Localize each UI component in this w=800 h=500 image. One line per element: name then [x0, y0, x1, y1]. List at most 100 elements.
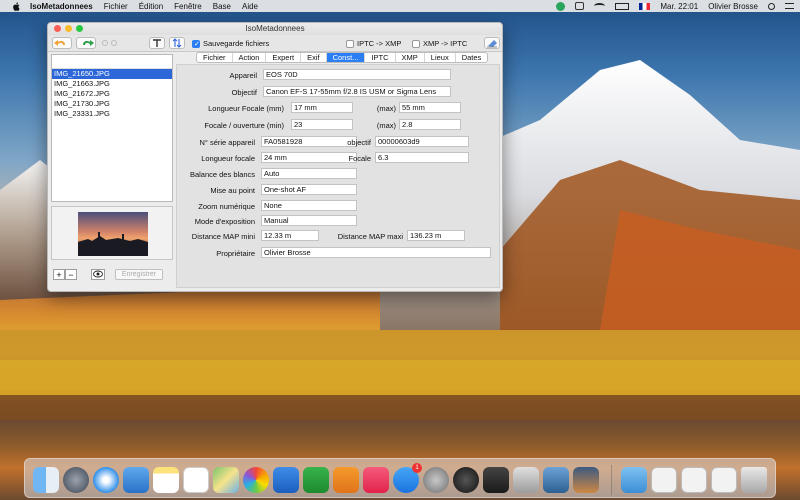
distance-map-maxi-label: Distance MAP maxi: [337, 232, 403, 241]
flag-icon[interactable]: [639, 2, 651, 10]
minimize-button[interactable]: [65, 25, 72, 32]
preview-toggle-button[interactable]: [91, 269, 105, 280]
left-bottom-bar: + − Enregistrer: [51, 268, 173, 282]
serie-appareil-field[interactable]: FA0581928: [261, 136, 357, 147]
serie-appareil-label: N° série appareil: [199, 138, 255, 147]
menu-aide[interactable]: Aide: [242, 2, 258, 11]
apple-icon[interactable]: [11, 1, 22, 11]
iptc-to-xmp-checkbox[interactable]: IPTC -> XMP: [346, 39, 401, 48]
focale-field[interactable]: 6.3: [375, 152, 469, 163]
ouverture-min-field[interactable]: 23: [291, 119, 353, 130]
longueur-focale-max-field[interactable]: 55 mm: [399, 102, 461, 113]
app-menu[interactable]: IsoMetadonnees: [30, 2, 93, 11]
battery-icon[interactable]: [615, 2, 630, 10]
longueur-focale-min-field[interactable]: 17 mm: [291, 102, 353, 113]
wifi-icon[interactable]: [594, 3, 606, 9]
music-icon[interactable]: [363, 467, 389, 493]
step-forward-icon[interactable]: [111, 40, 117, 46]
file-item[interactable]: IMG_21663.JPG: [52, 79, 172, 89]
toolbar: Sauvegarde fichiers IPTC -> XMP XMP -> I…: [48, 35, 502, 52]
user-name[interactable]: Olivier Brosse: [708, 2, 758, 11]
sync-icon[interactable]: [556, 1, 566, 11]
app-window: IsoMetadonnees Sauvegarde fichiers IPTC …: [47, 22, 503, 292]
file-item[interactable]: IMG_21672.JPG: [52, 89, 172, 99]
window-titlebar[interactable]: IsoMetadonnees: [48, 23, 502, 35]
tab-dates[interactable]: Dates: [456, 53, 488, 62]
photo-app-icon[interactable]: [573, 467, 599, 493]
image-preview: [78, 212, 148, 256]
constructor-panel: Appareil EOS 70D Objectif Canon EF-S 17-…: [176, 64, 500, 288]
remove-file-button[interactable]: −: [65, 269, 77, 280]
balance-blancs-field[interactable]: Auto: [261, 168, 357, 179]
file-item[interactable]: IMG_21730.JPG: [52, 99, 172, 109]
trash-icon[interactable]: [741, 467, 767, 493]
menu-list-icon[interactable]: [785, 3, 794, 9]
checkbox-save-files[interactable]: [192, 39, 200, 48]
zoom-numerique-field[interactable]: None: [261, 200, 357, 211]
mode-exposition-field[interactable]: Manual: [261, 215, 357, 226]
tab-lieux[interactable]: Lieux: [425, 53, 456, 62]
ouverture-max-field[interactable]: 2.8: [399, 119, 461, 130]
notes-icon[interactable]: [153, 467, 179, 493]
file-item[interactable]: IMG_21650.JPG: [52, 69, 172, 79]
menu-fenetre[interactable]: Fenêtre: [174, 2, 202, 11]
swap-button[interactable]: [169, 37, 185, 49]
menu-base[interactable]: Base: [213, 2, 231, 11]
save-files-checkbox[interactable]: Sauvegarde fichiers: [192, 39, 269, 48]
tab-iptc[interactable]: IPTC: [365, 53, 396, 62]
safari-icon[interactable]: [93, 467, 119, 493]
distance-map-mini-field[interactable]: 12.33 m: [261, 230, 319, 241]
tab-expert[interactable]: Expert: [266, 53, 302, 62]
xmp-to-iptc-checkbox[interactable]: XMP -> IPTC: [412, 39, 467, 48]
image-tool-icon[interactable]: [543, 467, 569, 493]
document-icon-2[interactable]: [681, 467, 707, 493]
system-preferences-icon[interactable]: [423, 467, 449, 493]
file-item[interactable]: IMG_23331.JPG: [52, 109, 172, 119]
tab-xmp[interactable]: XMP: [396, 53, 425, 62]
tab-const[interactable]: Const...: [326, 53, 366, 62]
iso-app-icon[interactable]: [453, 467, 479, 493]
save-button[interactable]: Enregistrer: [115, 269, 163, 280]
app-store-icon[interactable]: 1: [393, 463, 422, 493]
clock[interactable]: Mar. 22:01: [660, 2, 698, 11]
menu-edition[interactable]: Édition: [139, 2, 163, 11]
proprietaire-field[interactable]: Olivier Brosse: [261, 247, 491, 258]
tab-exif[interactable]: Exif: [301, 53, 327, 62]
objectif-field[interactable]: Canon EF-S 17-55mm f/2.8 IS USM or Sigma…: [263, 86, 451, 97]
pages-icon[interactable]: [333, 467, 359, 493]
close-button[interactable]: [54, 25, 61, 32]
redo-button[interactable]: [76, 37, 96, 49]
step-back-icon[interactable]: [102, 40, 108, 46]
reminders-icon[interactable]: [183, 467, 209, 493]
document-icon-3[interactable]: [711, 467, 737, 493]
checkbox-xmp-to-iptc[interactable]: [412, 39, 420, 48]
text-tool-button[interactable]: [149, 37, 165, 49]
photos-icon[interactable]: [243, 467, 269, 493]
camera-icon[interactable]: [483, 467, 509, 493]
downloads-folder-icon[interactable]: [621, 467, 647, 493]
undo-button[interactable]: [52, 37, 72, 49]
numbers-icon[interactable]: [303, 467, 329, 493]
mail-icon[interactable]: [123, 467, 149, 493]
checkbox-iptc-to-xmp[interactable]: [346, 39, 354, 48]
document-icon[interactable]: [651, 467, 677, 493]
longueur-focale-field[interactable]: 24 mm: [261, 152, 357, 163]
upload-icon[interactable]: [575, 2, 585, 10]
launchpad-icon[interactable]: [63, 467, 89, 493]
tab-action[interactable]: Action: [233, 53, 267, 62]
preview-icon[interactable]: [513, 467, 539, 493]
maps-icon[interactable]: [213, 467, 239, 493]
distance-map-maxi-field[interactable]: 136.23 m: [407, 230, 465, 241]
zoom-button[interactable]: [76, 25, 83, 32]
file-list[interactable]: IMG_21650.JPG IMG_21663.JPG IMG_21672.JP…: [51, 54, 173, 202]
add-file-button[interactable]: +: [53, 269, 65, 280]
clean-button[interactable]: [484, 37, 500, 49]
finder-icon[interactable]: [33, 467, 59, 493]
tab-fichier[interactable]: Fichier: [197, 53, 233, 62]
appareil-field[interactable]: EOS 70D: [263, 69, 451, 80]
search-icon[interactable]: [768, 2, 775, 10]
keynote-icon[interactable]: [273, 467, 299, 493]
menu-fichier[interactable]: Fichier: [104, 2, 128, 11]
mise-au-point-field[interactable]: One-shot AF: [261, 184, 357, 195]
objectif-serie-field[interactable]: 00000603d9: [375, 136, 469, 147]
